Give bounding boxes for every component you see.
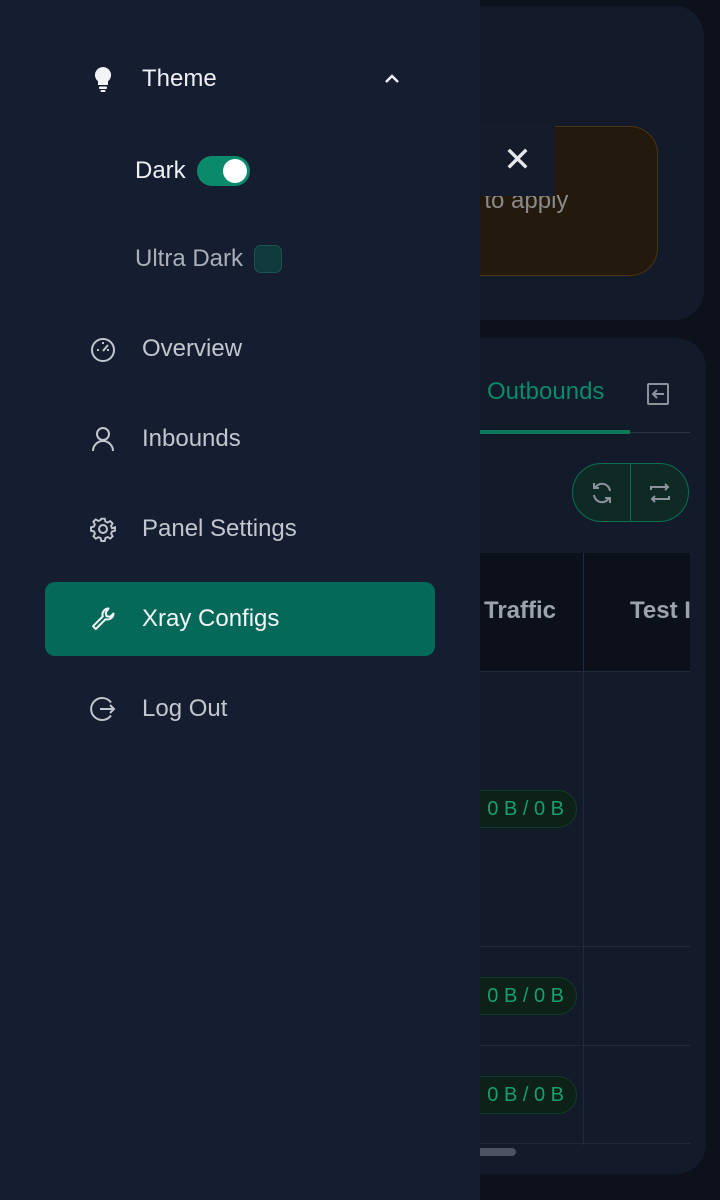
theme-label: Theme [142,65,217,92]
refresh-icon [592,482,611,503]
chevron-up-icon [385,74,399,83]
dark-theme-switch[interactable] [196,156,250,186]
sidebar-item-panel-settings[interactable]: Panel Settings [45,492,435,566]
outbound-actions-group [572,463,689,522]
navigation-drawer: Theme Dark Ultra Dark Overview Inbounds … [0,0,480,1200]
tab-divider [630,432,690,433]
close-icon: ✕ [503,141,532,179]
wrench-icon [89,605,117,633]
table-row-divider [480,946,690,947]
sidebar-item-label: Inbounds [142,425,241,452]
ultra-dark-theme-label: Ultra Dark [135,245,244,272]
theme-option-dark: Dark [135,146,250,196]
refresh-button[interactable] [573,464,630,521]
sidebar-item-label: Overview [142,335,243,362]
lightbulb-icon [89,65,117,93]
theme-option-ultra-dark: Ultra Dark [135,234,283,284]
ultra-dark-checkbox[interactable] [254,245,283,273]
user-icon [89,425,117,453]
column-header-traffic[interactable]: Traffic [480,553,584,672]
column-header-test[interactable]: Test I [584,553,691,672]
swap-button[interactable] [630,464,688,521]
table-row-divider [480,1143,690,1144]
sidebar-item-label: Xray Configs [142,605,280,632]
tab-outbounds[interactable]: Outbounds [487,378,604,406]
sidebar-item-label: Panel Settings [142,515,297,542]
switch-knob [222,159,247,183]
sidebar-item-label: Log Out [142,695,228,722]
table-column-divider [583,553,584,1145]
sidebar-item-inbounds[interactable]: Inbounds [45,402,435,476]
outbounds-table: Traffic Test I [480,553,691,1145]
sidebar-item-log-out[interactable]: Log Out [45,672,435,746]
sidebar-item-overview[interactable]: Overview [45,312,435,386]
dark-theme-label: Dark [135,157,186,184]
sidebar-item-xray-configs[interactable]: Xray Configs [45,582,435,656]
theme-submenu-toggle[interactable]: Theme [45,42,435,116]
swap-icon [649,482,670,503]
logout-icon [89,695,117,723]
table-row-divider [480,1045,690,1046]
tab-active-indicator [480,430,630,434]
close-drawer-button[interactable]: ✕ [480,124,555,196]
import-icon[interactable] [644,380,672,408]
dashboard-icon [89,335,117,363]
gear-icon [89,515,117,543]
